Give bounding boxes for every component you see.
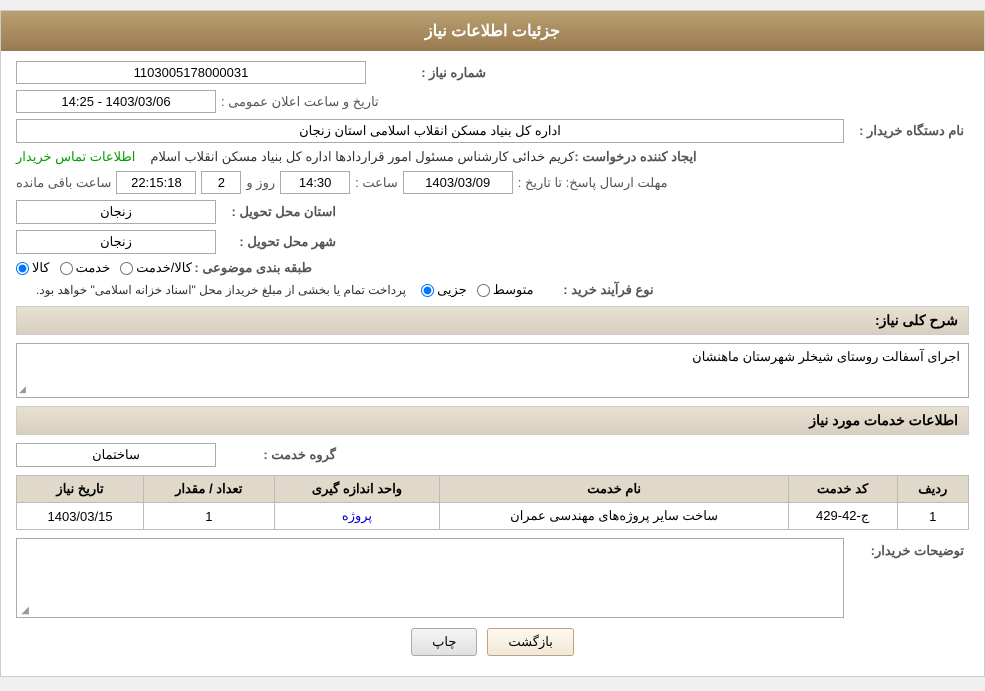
purchase-radio-motavasset[interactable] bbox=[477, 284, 490, 297]
deadline-row: مهلت ارسال پاسخ: تا تاریخ : 1403/03/09 س… bbox=[16, 171, 969, 194]
purchase-type-row: نوع فرآیند خرید : متوسط جزیی پرداخت تمام… bbox=[16, 282, 969, 298]
purchase-type-label-motavasset: متوسط bbox=[493, 282, 534, 298]
purchase-note: پرداخت تمام یا بخشی از مبلغ خریداز محل "… bbox=[36, 283, 406, 297]
contact-link[interactable]: اطلاعات تماس خریدار bbox=[16, 149, 135, 165]
services-table: ردیف کد خدمت نام خدمت واحد اندازه گیری ت… bbox=[16, 475, 969, 530]
category-label: طبقه بندی موضوعی : bbox=[192, 260, 312, 276]
table-row: 1 ج-42-429 ساخت سایر پروژه‌های مهندسی عم… bbox=[17, 503, 969, 530]
cell-row: 1 bbox=[897, 503, 968, 530]
category-option-1[interactable]: کالا/خدمت bbox=[120, 260, 192, 276]
cell-date: 1403/03/15 bbox=[17, 503, 144, 530]
category-option-3[interactable]: کالا bbox=[16, 260, 50, 276]
description-box: اجرای آسفالت روستای شیخلر شهرستان ماهنشا… bbox=[16, 343, 969, 398]
resize-handle-icon: ◢ bbox=[19, 605, 29, 615]
services-table-header-row: ردیف کد خدمت نام خدمت واحد اندازه گیری ت… bbox=[17, 476, 969, 503]
purchase-type-option-2[interactable]: متوسط bbox=[477, 282, 534, 298]
content-area: شماره نیاز : 1103005178000031 تاریخ و سا… bbox=[1, 51, 984, 676]
page-container: جزئیات اطلاعات نیاز شماره نیاز : 1103005… bbox=[0, 10, 985, 677]
buyer-org-row: نام دستگاه خریدار : اداره کل بنیاد مسکن … bbox=[16, 119, 969, 143]
buttons-row: بازگشت چاپ bbox=[16, 628, 969, 656]
category-radio-kala-khedmat[interactable] bbox=[120, 262, 133, 275]
category-label-kala-khedmat: کالا/خدمت bbox=[136, 260, 192, 276]
need-number-label: شماره نیاز : bbox=[366, 65, 486, 81]
city-label: شهر محل تحویل : bbox=[216, 234, 336, 250]
col-name: نام خدمت bbox=[440, 476, 788, 503]
category-option-2[interactable]: خدمت bbox=[60, 260, 111, 276]
service-group-value: ساختمان bbox=[16, 443, 216, 467]
buyer-notes-row: توضیحات خریدار: ◢ bbox=[16, 538, 969, 618]
deadline-label: مهلت ارسال پاسخ: تا تاریخ : bbox=[518, 175, 668, 191]
deadline-remaining-label: ساعت باقی مانده bbox=[16, 175, 111, 191]
date-time-row: تاریخ و ساعت اعلان عمومی : 1403/03/06 - … bbox=[16, 90, 969, 113]
deadline-date: 1403/03/09 bbox=[403, 171, 513, 194]
description-label: شرح کلی نیاز: bbox=[875, 312, 958, 328]
purchase-type-label-jozi: جزیی bbox=[437, 282, 467, 298]
description-section-header: شرح کلی نیاز: bbox=[16, 306, 969, 335]
date-time-value: 1403/03/06 - 14:25 bbox=[16, 90, 216, 113]
page-title: جزئیات اطلاعات نیاز bbox=[425, 23, 560, 40]
purchase-type-radio-group: متوسط جزیی bbox=[421, 282, 534, 298]
city-value: زنجان bbox=[16, 230, 216, 254]
deadline-days-label: روز و bbox=[246, 175, 275, 191]
need-number-value: 1103005178000031 bbox=[16, 61, 366, 84]
deadline-time-label: ساعت : bbox=[355, 175, 398, 191]
category-label-khedmat: خدمت bbox=[76, 260, 111, 276]
date-time-label: تاریخ و ساعت اعلان عمومی : bbox=[221, 94, 379, 110]
back-button[interactable]: بازگشت bbox=[487, 628, 573, 656]
category-radio-kala[interactable] bbox=[16, 262, 29, 275]
province-row: استان محل تحویل : زنجان bbox=[16, 200, 969, 224]
buyer-org-label: نام دستگاه خریدار : bbox=[844, 123, 964, 139]
cell-qty: 1 bbox=[144, 503, 274, 530]
buyer-notes-box: ◢ bbox=[16, 538, 844, 618]
category-radio-khedmat[interactable] bbox=[60, 262, 73, 275]
buyer-org-value: اداره کل بنیاد مسکن انقلاب اسلامی استان … bbox=[16, 119, 844, 143]
services-header-text: اطلاعات خدمات مورد نیاز bbox=[809, 412, 958, 428]
category-row: طبقه بندی موضوعی : کالا/خدمت خدمت کالا bbox=[16, 260, 969, 276]
description-value: اجرای آسفالت روستای شیخلر شهرستان ماهنشا… bbox=[692, 349, 960, 364]
col-unit: واحد اندازه گیری bbox=[274, 476, 440, 503]
deadline-remaining: 22:15:18 bbox=[116, 171, 196, 194]
purchase-radio-jozi[interactable] bbox=[421, 284, 434, 297]
province-label: استان محل تحویل : bbox=[216, 204, 336, 220]
services-table-head: ردیف کد خدمت نام خدمت واحد اندازه گیری ت… bbox=[17, 476, 969, 503]
need-number-row: شماره نیاز : 1103005178000031 bbox=[16, 61, 969, 84]
page-header: جزئیات اطلاعات نیاز bbox=[1, 11, 984, 51]
city-row: شهر محل تحویل : زنجان bbox=[16, 230, 969, 254]
services-table-body: 1 ج-42-429 ساخت سایر پروژه‌های مهندسی عم… bbox=[17, 503, 969, 530]
creator-label: ایجاد کننده درخواست : bbox=[574, 149, 696, 165]
description-wrapper: اجرای آسفالت روستای شیخلر شهرستان ماهنشا… bbox=[16, 343, 969, 398]
deadline-time: 14:30 bbox=[280, 171, 350, 194]
print-button[interactable]: چاپ bbox=[411, 628, 477, 656]
services-section-header: اطلاعات خدمات مورد نیاز bbox=[16, 406, 969, 435]
col-code: کد خدمت bbox=[788, 476, 897, 503]
cell-unit: پروژه bbox=[274, 503, 440, 530]
service-group-row: گروه خدمت : ساختمان bbox=[16, 443, 969, 467]
buyer-notes-label: توضیحات خریدار: bbox=[844, 538, 964, 559]
province-value: زنجان bbox=[16, 200, 216, 224]
deadline-days: 2 bbox=[201, 171, 241, 194]
col-row: ردیف bbox=[897, 476, 968, 503]
cell-name: ساخت سایر پروژه‌های مهندسی عمران bbox=[440, 503, 788, 530]
cell-code: ج-42-429 bbox=[788, 503, 897, 530]
creator-value: کریم خدائی کارشناس مسئول امور قراردادها … bbox=[150, 149, 574, 165]
creator-row: ایجاد کننده درخواست : کریم خدائی کارشناس… bbox=[16, 149, 969, 165]
purchase-type-option-1[interactable]: جزیی bbox=[421, 282, 467, 298]
col-qty: تعداد / مقدار bbox=[144, 476, 274, 503]
category-radio-group: کالا/خدمت خدمت کالا bbox=[16, 260, 192, 276]
resize-icon: ◢ bbox=[19, 384, 26, 395]
category-label-kala: کالا bbox=[32, 260, 50, 276]
purchase-type-label: نوع فرآیند خرید : bbox=[534, 282, 654, 298]
service-group-label: گروه خدمت : bbox=[216, 447, 336, 463]
col-date: تاریخ نیاز bbox=[17, 476, 144, 503]
